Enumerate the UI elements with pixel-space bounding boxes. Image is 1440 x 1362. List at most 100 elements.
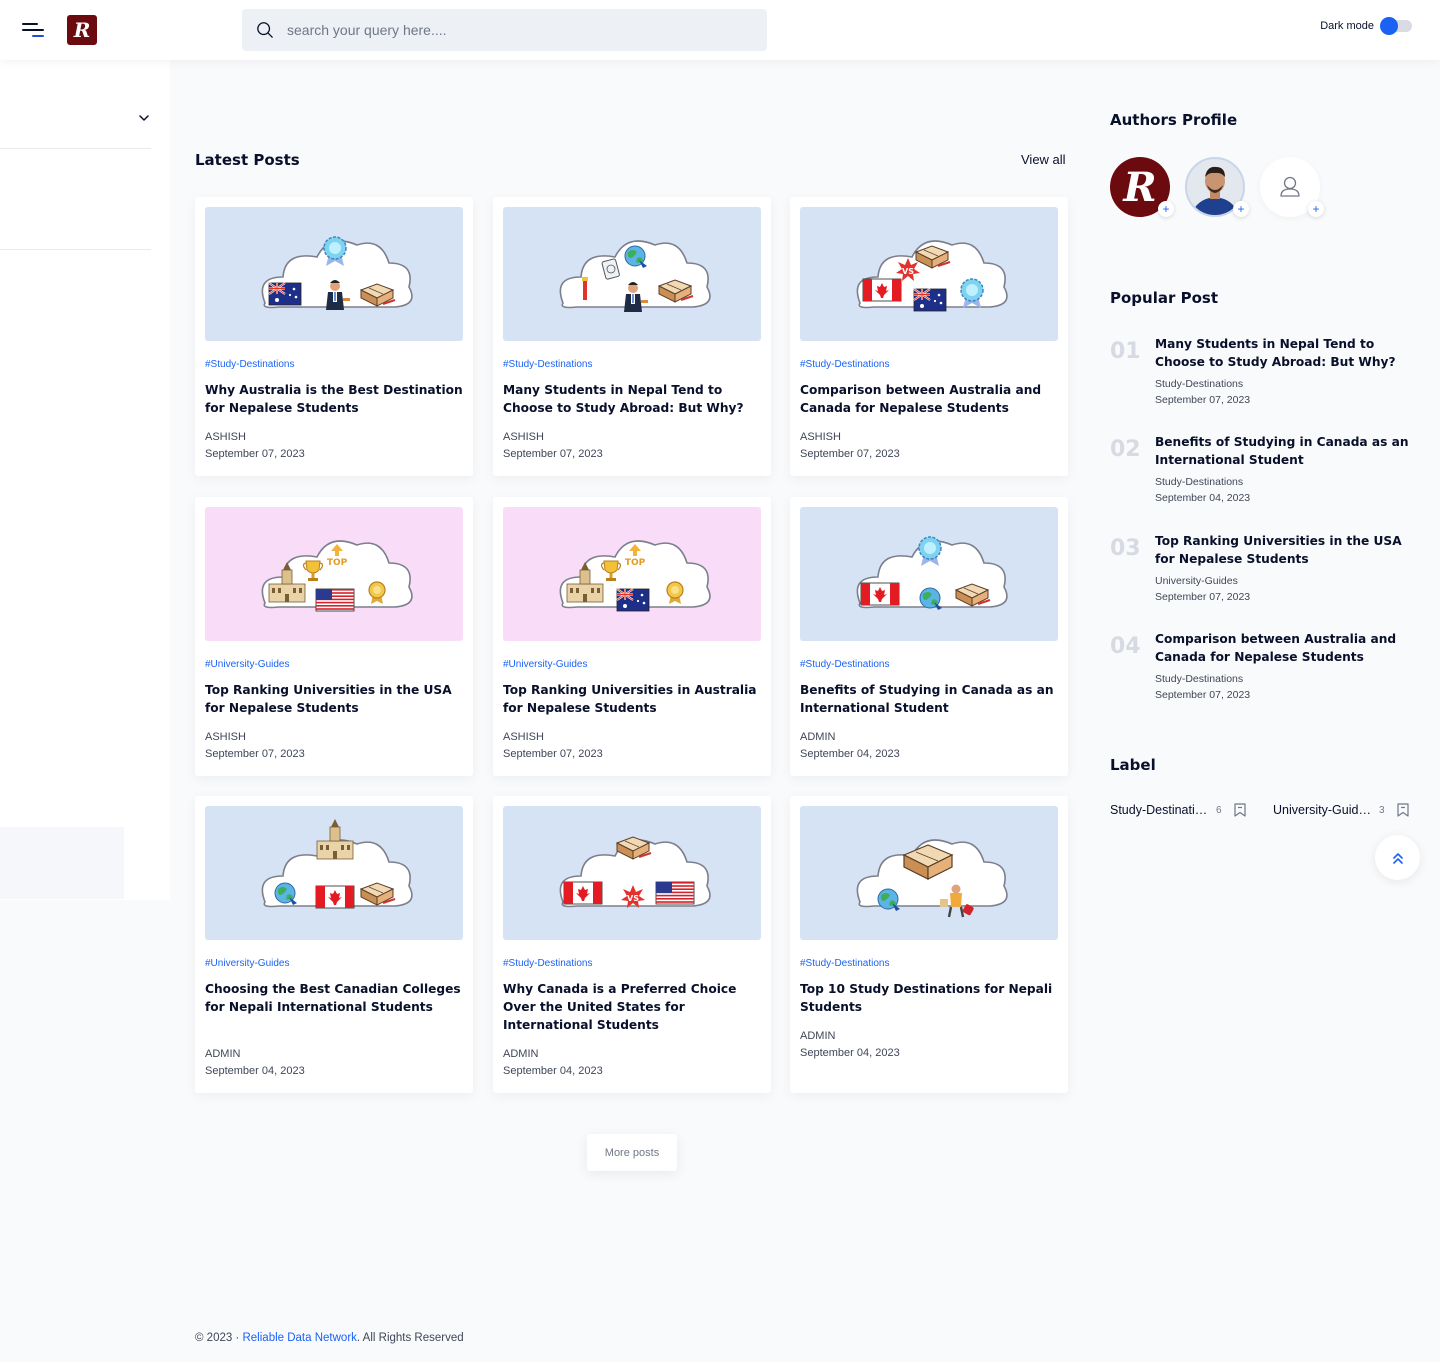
post-tag[interactable]: #University-Guides: [205, 958, 289, 969]
post-thumbnail[interactable]: [800, 806, 1058, 940]
author-avatar[interactable]: +: [1185, 157, 1249, 217]
popular-post-item[interactable]: 04 Comparison between Australia and Cana…: [1110, 630, 1420, 710]
view-all-link[interactable]: View all: [1021, 152, 1066, 167]
popular-post-category[interactable]: Study-Destinations: [1155, 474, 1243, 491]
popular-post-title[interactable]: Many Students in Nepal Tend to Choose to…: [1155, 335, 1420, 371]
popular-post-heading: Popular Post: [1110, 289, 1218, 307]
post-card[interactable]: #University-Guides Choosing the Best Can…: [195, 796, 473, 1093]
popular-post-title[interactable]: Benefits of Studying in Canada as an Int…: [1155, 433, 1420, 469]
post-date: September 07, 2023: [800, 448, 900, 460]
post-title[interactable]: Top Ranking Universities in Australia fo…: [503, 681, 765, 717]
post-thumbnail[interactable]: VS: [800, 207, 1058, 341]
follow-plus-icon[interactable]: +: [1308, 201, 1324, 217]
post-date: September 04, 2023: [503, 1065, 603, 1077]
post-tag[interactable]: #University-Guides: [205, 659, 289, 670]
post-thumbnail[interactable]: TOP: [205, 507, 463, 641]
label-heading: Label: [1110, 756, 1156, 774]
popular-post-date: September 07, 2023: [1155, 689, 1251, 701]
post-date: September 07, 2023: [205, 448, 305, 460]
post-date: September 07, 2023: [503, 448, 603, 460]
more-posts-button[interactable]: More posts: [587, 1134, 677, 1171]
svg-text:TOP: TOP: [327, 558, 348, 568]
search-input[interactable]: [287, 22, 727, 38]
post-tag[interactable]: #Study-Destinations: [800, 359, 890, 370]
label-count: 3: [1379, 804, 1385, 816]
chevron-down-icon[interactable]: [137, 111, 151, 125]
label-count: 6: [1216, 804, 1222, 816]
post-tag[interactable]: #Study-Destinations: [800, 958, 890, 969]
post-card[interactable]: TOP #University-Guides Top Ranking Unive…: [493, 497, 771, 776]
post-title[interactable]: Choosing the Best Canadian Colleges for …: [205, 980, 467, 1016]
post-thumbnail[interactable]: VS: [503, 806, 761, 940]
post-tag[interactable]: #University-Guides: [503, 659, 587, 670]
popular-post-category[interactable]: University-Guides: [1155, 573, 1238, 590]
post-thumbnail[interactable]: TOP: [503, 507, 761, 641]
post-thumbnail-illustration: [800, 806, 1058, 940]
label-name[interactable]: Study-Destinations: [1110, 803, 1208, 817]
post-thumbnail-illustration: VS: [503, 806, 761, 940]
post-card[interactable]: #Study-Destinations Top 10 Study Destina…: [790, 796, 1068, 1093]
post-thumbnail-illustration: [503, 207, 761, 341]
post-author: ADMIN: [800, 731, 836, 743]
post-thumbnail-illustration: TOP: [205, 507, 463, 641]
author-avatar[interactable]: +: [1260, 157, 1324, 217]
popular-post-date: September 07, 2023: [1155, 394, 1251, 406]
post-thumbnail[interactable]: [503, 207, 761, 341]
footer-site-link[interactable]: Reliable Data Network: [242, 1332, 356, 1344]
search-icon[interactable]: [256, 21, 274, 39]
popular-post-title[interactable]: Comparison between Australia and Canada …: [1155, 630, 1420, 666]
post-title[interactable]: Comparison between Australia and Canada …: [800, 381, 1062, 417]
post-date: September 04, 2023: [800, 748, 900, 760]
popular-post-title[interactable]: Top Ranking Universities in the USA for …: [1155, 532, 1420, 568]
post-card[interactable]: #Study-Destinations Many Students in Nep…: [493, 197, 771, 476]
follow-plus-icon[interactable]: +: [1158, 201, 1174, 217]
post-title[interactable]: Why Canada is a Preferred Choice Over th…: [503, 980, 765, 1034]
sidebar-dropdown[interactable]: [0, 60, 151, 149]
post-tag[interactable]: #Study-Destinations: [503, 958, 593, 969]
post-author: ASHISH: [800, 431, 841, 443]
post-card[interactable]: #Study-Destinations Why Australia is the…: [195, 197, 473, 476]
post-tag[interactable]: #Study-Destinations: [503, 359, 593, 370]
post-title[interactable]: Why Australia is the Best Destination fo…: [205, 381, 467, 417]
popular-post-category[interactable]: Study-Destinations: [1155, 376, 1243, 393]
post-thumbnail-illustration: [205, 806, 463, 940]
post-thumbnail[interactable]: [800, 507, 1058, 641]
post-card[interactable]: VS #Study-Destinations Comparison betwee…: [790, 197, 1068, 476]
dark-mode-label: Dark mode: [1320, 20, 1374, 32]
post-title[interactable]: Benefits of Studying in Canada as an Int…: [800, 681, 1062, 717]
sidebar-widget: [0, 827, 124, 899]
post-card[interactable]: VS #Study-Destinations Why Canada is a P…: [493, 796, 771, 1093]
dark-mode-toggle[interactable]: [1380, 17, 1412, 35]
follow-plus-icon[interactable]: +: [1233, 201, 1249, 217]
popular-post-number: 04: [1110, 634, 1141, 659]
site-logo[interactable]: R: [67, 15, 97, 45]
label-name[interactable]: University-Guides: [1273, 803, 1371, 817]
popular-post-item[interactable]: 01 Many Students in Nepal Tend to Choose…: [1110, 335, 1420, 415]
menu-icon[interactable]: [22, 18, 46, 42]
post-tag[interactable]: #Study-Destinations: [205, 359, 295, 370]
post-thumbnail[interactable]: [205, 207, 463, 341]
label-university-guides[interactable]: University-Guides 3: [1273, 802, 1411, 818]
author-avatar[interactable]: R +: [1110, 157, 1174, 217]
post-tag[interactable]: #Study-Destinations: [800, 659, 890, 670]
popular-post-category[interactable]: Study-Destinations: [1155, 671, 1243, 688]
label-study-destinations[interactable]: Study-Destinations 6: [1110, 802, 1248, 818]
popular-post-item[interactable]: 02 Benefits of Studying in Canada as an …: [1110, 433, 1420, 513]
popular-post-number: 02: [1110, 437, 1141, 462]
back-to-top-button[interactable]: [1375, 835, 1420, 880]
post-title[interactable]: Top Ranking Universities in the USA for …: [205, 681, 467, 717]
popular-post-date: September 07, 2023: [1155, 591, 1251, 603]
popular-post-item[interactable]: 03 Top Ranking Universities in the USA f…: [1110, 532, 1420, 612]
double-chevron-up-icon: [1392, 852, 1403, 864]
popular-post-number: 01: [1110, 339, 1141, 364]
post-author: ADMIN: [800, 1030, 836, 1042]
post-title[interactable]: Top 10 Study Destinations for Nepali Stu…: [800, 980, 1062, 1016]
post-thumbnail-illustration: [205, 207, 463, 341]
post-card[interactable]: TOP #University-Guides Top Ranking Unive…: [195, 497, 473, 776]
svg-text:TOP: TOP: [625, 558, 646, 568]
post-thumbnail[interactable]: [205, 806, 463, 940]
popular-post-date: September 04, 2023: [1155, 492, 1251, 504]
post-title[interactable]: Many Students in Nepal Tend to Choose to…: [503, 381, 765, 417]
post-card[interactable]: #Study-Destinations Benefits of Studying…: [790, 497, 1068, 776]
post-author: ASHISH: [205, 431, 246, 443]
